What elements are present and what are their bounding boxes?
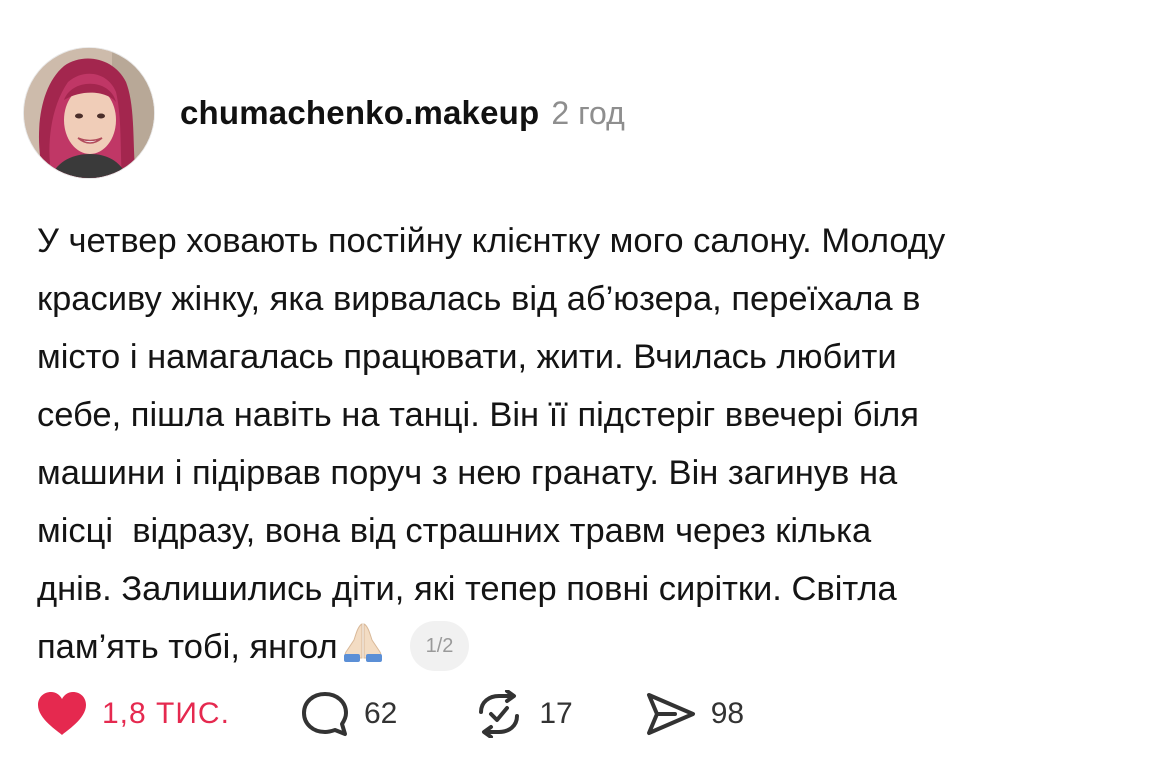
- author-username[interactable]: chumachenko.makeup: [180, 94, 539, 132]
- post-header: chumachenko.makeup 2 год: [24, 48, 625, 178]
- media-page-indicator: 1/2: [409, 621, 470, 671]
- repost-icon: [479, 690, 520, 738]
- repost-count: 17: [539, 697, 573, 730]
- send-icon: [646, 693, 695, 735]
- post-actions: 1,8 ТИС. 62 17 98: [36, 690, 744, 738]
- reply-count: 62: [363, 697, 398, 730]
- post-text: У четвер ховають постійну клієнтку мого …: [37, 222, 946, 666]
- post-body: У четвер ховають постійну клієнтку мого …: [37, 212, 1147, 680]
- avatar-photo: [24, 48, 154, 178]
- comment-bubble-icon: [301, 692, 348, 736]
- author-line: chumachenko.makeup 2 год: [180, 94, 625, 132]
- praying-hands-emoji: [340, 620, 386, 680]
- share-count: 98: [710, 697, 745, 730]
- like-button[interactable]: 1,8 ТИС.: [36, 691, 230, 737]
- like-count: 1,8 ТИС.: [102, 697, 230, 730]
- heart-icon: [38, 692, 86, 735]
- reply-button[interactable]: 62: [300, 690, 397, 738]
- avatar[interactable]: [24, 48, 154, 178]
- repost-button[interactable]: 17: [473, 690, 573, 738]
- share-button[interactable]: 98: [645, 691, 744, 737]
- post-time: 2 год: [551, 95, 625, 131]
